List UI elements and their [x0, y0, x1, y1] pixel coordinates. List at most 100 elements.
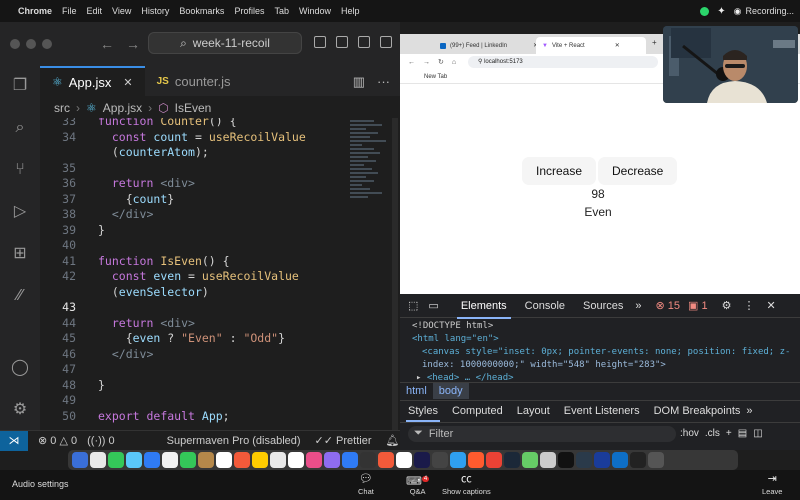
dock-app-icon[interactable]	[576, 452, 592, 468]
subtab-computed[interactable]: Computed	[452, 405, 503, 417]
dock-app-icon[interactable]	[162, 452, 178, 468]
kebab-menu-icon[interactable]: ⋮	[744, 299, 755, 312]
breadcrumb-symbol[interactable]: IsEven	[175, 101, 212, 115]
toggle-secondary-sidebar-icon[interactable]	[358, 36, 370, 48]
reload-icon[interactable]: ↻	[438, 58, 444, 66]
dock-app-icon[interactable]	[252, 452, 268, 468]
code-line[interactable]: 39}	[40, 223, 350, 239]
qa-button[interactable]: ⌨ 4 Q&A	[406, 471, 430, 496]
recording-indicator[interactable]: ◉ Recording...	[734, 6, 794, 17]
dock-app-icon[interactable]	[144, 452, 160, 468]
dock-app-icon[interactable]	[594, 452, 610, 468]
dock-app-icon[interactable]	[396, 452, 412, 468]
code-editor[interactable]: 33 function Counter() {34 const count = u…	[40, 118, 350, 430]
more-subtabs-icon[interactable]: »	[746, 405, 752, 417]
dock-app-icon[interactable]	[198, 452, 214, 468]
new-rule-button[interactable]: +	[726, 428, 732, 439]
browser-tab-linkedin[interactable]: (99+) Feed | LinkedIn ✕	[434, 37, 544, 54]
menu-help[interactable]: Help	[341, 6, 360, 16]
dock-app-icon[interactable]	[432, 452, 448, 468]
dock-app-icon[interactable]	[450, 452, 466, 468]
subtab-styles[interactable]: Styles	[406, 405, 440, 422]
dock-app-icon[interactable]	[630, 452, 646, 468]
dock-app-icon[interactable]	[324, 452, 340, 468]
menu-file[interactable]: File	[62, 6, 77, 16]
dock-app-icon[interactable]	[468, 452, 484, 468]
supermaven-icon[interactable]: ∕∕	[10, 286, 30, 306]
dock-app-icon[interactable]	[126, 452, 142, 468]
command-center-search[interactable]: ⌕ week-11-recoil	[148, 32, 302, 54]
new-tab-icon[interactable]: +	[652, 38, 657, 47]
devtools-tab-console[interactable]: Console	[525, 300, 565, 312]
code-line[interactable]: 38 </div>	[40, 207, 350, 223]
code-line[interactable]: 41 function IsEven() {	[40, 254, 350, 270]
shield-check-icon[interactable]	[700, 6, 710, 16]
forward-arrow-icon[interactable]: →	[126, 36, 140, 52]
dock-app-icon[interactable]	[270, 452, 286, 468]
close-icon[interactable]: ✕	[767, 299, 776, 312]
code-line[interactable]: 46 </div>	[40, 347, 350, 363]
dock-app-icon[interactable]	[288, 452, 304, 468]
code-line[interactable]: 50 export default App;	[40, 409, 350, 425]
toggle-panel-icon[interactable]	[336, 36, 348, 48]
customize-layout-icon[interactable]	[380, 36, 392, 48]
dock-app-icon[interactable]	[90, 452, 106, 468]
code-line[interactable]: (counterAtom);	[40, 145, 350, 161]
menu-view[interactable]: View	[112, 6, 131, 16]
run-debug-icon[interactable]: ▷	[10, 202, 30, 222]
code-line[interactable]: 49	[40, 393, 350, 409]
computed-styles-icon[interactable]: ▤	[738, 428, 747, 439]
close-window-button[interactable]	[10, 39, 20, 49]
back-arrow-icon[interactable]: ←	[408, 59, 415, 66]
split-editor-icon[interactable]: ▥	[353, 74, 365, 90]
prettier-status[interactable]: ✓✓ Prettier	[315, 434, 372, 447]
dock-app-icon[interactable]	[108, 452, 124, 468]
menu-window[interactable]: Window	[299, 6, 331, 16]
toggle-sidebar-icon[interactable]: ◫	[753, 428, 762, 439]
dock-app-icon[interactable]	[234, 452, 250, 468]
leave-button[interactable]: ⇥ Leave	[762, 471, 782, 496]
dock-app-icon[interactable]	[414, 452, 430, 468]
devtools-tab-elements[interactable]: Elements	[456, 300, 511, 319]
more-tabs-icon[interactable]: »	[635, 300, 641, 312]
search-view-icon[interactable]: ⌕	[10, 118, 30, 138]
menu-bookmarks[interactable]: Bookmarks	[179, 6, 224, 16]
account-icon[interactable]: ◯	[10, 358, 30, 378]
supermaven-status[interactable]: Supermaven Pro (disabled)	[167, 435, 301, 447]
home-icon[interactable]: ⌂	[452, 59, 456, 66]
dock-app-icon[interactable]	[342, 452, 358, 468]
zoom-window-button[interactable]	[42, 39, 52, 49]
source-control-icon[interactable]: ⑂	[10, 160, 30, 180]
notifications-bell-icon[interactable]: 🔔︎	[386, 434, 400, 447]
code-line[interactable]: 37 {count}	[40, 192, 350, 208]
minimap[interactable]	[350, 118, 390, 238]
dom-node-doctype[interactable]: <!DOCTYPE html>	[412, 320, 800, 333]
error-counter[interactable]: ⊗ 15	[656, 299, 681, 312]
issues-counter[interactable]: ▣ 1	[688, 299, 708, 312]
subtab-dom-breakpoints[interactable]: DOM Breakpoints	[654, 405, 741, 417]
problems-indicator[interactable]: ⊗ 0 △ 0	[38, 434, 77, 447]
close-tab-icon[interactable]: ✕	[123, 76, 132, 89]
breadcrumb-folder[interactable]: src	[54, 101, 70, 115]
close-tab-icon[interactable]: ✕	[615, 42, 620, 49]
menu-profiles[interactable]: Profiles	[234, 6, 264, 16]
dock-app-icon[interactable]	[306, 452, 322, 468]
tab-counter-js[interactable]: JS counter.js	[145, 66, 243, 96]
styles-filter-input[interactable]: ⏷ Filter	[408, 425, 676, 442]
code-line[interactable]: 34 const count = useRecoilValue	[40, 130, 350, 146]
dock-app-icon[interactable]	[360, 452, 376, 468]
dock-app-icon[interactable]	[558, 452, 574, 468]
gear-icon[interactable]: ⚙	[722, 299, 732, 312]
dock-app-icon[interactable]	[378, 452, 394, 468]
code-line[interactable]: 33 function Counter() {	[40, 118, 350, 130]
dock-app-icon[interactable]	[216, 452, 232, 468]
more-actions-icon[interactable]: ···	[377, 74, 390, 90]
dock-app-icon[interactable]	[486, 452, 502, 468]
menu-edit[interactable]: Edit	[87, 6, 103, 16]
show-captions-button[interactable]: ㏄ Show captions	[442, 471, 491, 496]
dom-node-html[interactable]: <html lang="en">	[412, 333, 800, 346]
dock-app-icon[interactable]	[504, 452, 520, 468]
ports-indicator[interactable]: ((·)) 0	[87, 435, 115, 447]
code-line[interactable]: 36 return <div>	[40, 176, 350, 192]
code-line[interactable]: 48}	[40, 378, 350, 394]
